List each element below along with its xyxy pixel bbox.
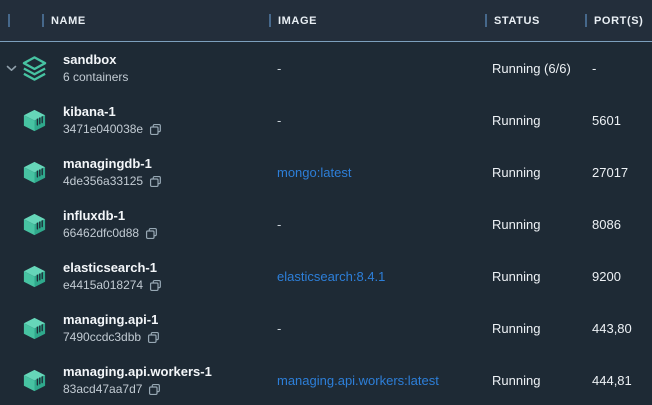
containers-table: NAME IMAGE STATUS PORT(S) sandbox 6 cont… (0, 0, 652, 405)
row-subtitle: 66462dfc0d88 (63, 225, 139, 242)
row-subtitle-line: 4de356a33125 (63, 173, 162, 190)
column-header-name: NAME (42, 14, 269, 27)
copy-icon[interactable] (149, 123, 162, 136)
ports-cell: 9200 (585, 269, 652, 284)
copy-icon[interactable] (149, 279, 162, 292)
table-row[interactable]: influxdb-1 66462dfc0d88 - Running 8086 (0, 198, 652, 250)
copy-icon[interactable] (145, 227, 158, 240)
column-label: PORT(S) (594, 15, 643, 27)
table-body: sandbox 6 containers - Running (6/6) - k… (0, 42, 652, 405)
image-link[interactable]: managing.api.workers:latest (269, 373, 485, 388)
table-header: NAME IMAGE STATUS PORT(S) (0, 0, 652, 42)
row-subtitle-line: 66462dfc0d88 (63, 225, 158, 242)
row-subtitle: 7490ccdc3dbb (63, 329, 141, 346)
container-icon (21, 211, 48, 238)
name-text: kibana-1 3471e040038e (63, 102, 162, 138)
container-icon (21, 107, 48, 134)
ports-cell: - (585, 61, 652, 76)
row-name: managingdb-1 (63, 154, 162, 173)
status-cell: Running (485, 113, 585, 128)
column-divider (42, 14, 44, 27)
ports-cell: 443,80 (585, 321, 652, 336)
row-subtitle-line: 7490ccdc3dbb (63, 329, 160, 346)
name-text: elasticsearch-1 e4415a018274 (63, 258, 162, 294)
row-subtitle: 4de356a33125 (63, 173, 143, 190)
name-cell: managing.api-1 7490ccdc3dbb (0, 310, 269, 346)
image-cell: - (269, 61, 485, 76)
copy-icon[interactable] (149, 175, 162, 188)
column-header-image: IMAGE (269, 14, 485, 27)
column-divider (485, 14, 487, 27)
table-row[interactable]: managing.api.workers-1 83acd47aa7d7 mana… (0, 354, 652, 405)
image-link[interactable]: elasticsearch:8.4.1 (269, 269, 485, 284)
copy-icon[interactable] (147, 331, 160, 344)
status-cell: Running (485, 321, 585, 336)
row-name: managing.api-1 (63, 310, 160, 329)
column-divider (585, 14, 587, 27)
copy-icon[interactable] (148, 383, 161, 396)
container-icon (21, 367, 48, 394)
row-name: sandbox (63, 50, 128, 69)
ports-cell: 27017 (585, 165, 652, 180)
name-cell: managingdb-1 4de356a33125 (0, 154, 269, 190)
container-icon (21, 159, 48, 186)
name-text: sandbox 6 containers (63, 50, 128, 86)
status-cell: Running (485, 373, 585, 388)
row-name: managing.api.workers-1 (63, 362, 212, 381)
status-cell: Running (6/6) (485, 61, 585, 76)
name-cell: kibana-1 3471e040038e (0, 102, 269, 138)
table-row[interactable]: managing.api-1 7490ccdc3dbb - Running 44… (0, 302, 652, 354)
column-label: NAME (51, 15, 86, 27)
column-label: IMAGE (278, 15, 317, 27)
name-cell: sandbox 6 containers (0, 50, 269, 86)
row-subtitle-line: e4415a018274 (63, 277, 162, 294)
layers-icon (21, 55, 48, 82)
status-cell: Running (485, 165, 585, 180)
name-text: managing.api-1 7490ccdc3dbb (63, 310, 160, 346)
row-subtitle-line: 6 containers (63, 69, 128, 86)
row-name: kibana-1 (63, 102, 162, 121)
table-row[interactable]: sandbox 6 containers - Running (6/6) - (0, 42, 652, 94)
container-icon (21, 315, 48, 342)
status-cell: Running (485, 269, 585, 284)
name-cell: managing.api.workers-1 83acd47aa7d7 (0, 362, 269, 398)
table-row[interactable]: managingdb-1 4de356a33125 mongo:latest R… (0, 146, 652, 198)
row-subtitle: e4415a018274 (63, 277, 143, 294)
row-subtitle-line: 3471e040038e (63, 121, 162, 138)
column-divider (269, 14, 271, 27)
name-text: influxdb-1 66462dfc0d88 (63, 206, 158, 242)
table-row[interactable]: elasticsearch-1 e4415a018274 elasticsear… (0, 250, 652, 302)
name-text: managing.api.workers-1 83acd47aa7d7 (63, 362, 212, 398)
header-expander-column (0, 14, 42, 27)
name-cell: influxdb-1 66462dfc0d88 (0, 206, 269, 242)
row-name: influxdb-1 (63, 206, 158, 225)
ports-cell: 444,81 (585, 373, 652, 388)
row-subtitle: 6 containers (63, 69, 128, 86)
ports-cell: 5601 (585, 113, 652, 128)
name-text: managingdb-1 4de356a33125 (63, 154, 162, 190)
column-header-status: STATUS (485, 14, 585, 27)
column-header-ports: PORT(S) (585, 14, 652, 27)
table-row[interactable]: kibana-1 3471e040038e - Running 5601 (0, 94, 652, 146)
column-divider (8, 14, 10, 27)
row-subtitle-line: 83acd47aa7d7 (63, 381, 212, 398)
image-cell: - (269, 321, 485, 336)
status-cell: Running (485, 217, 585, 232)
container-icon (21, 263, 48, 290)
row-subtitle: 83acd47aa7d7 (63, 381, 142, 398)
ports-cell: 8086 (585, 217, 652, 232)
row-subtitle: 3471e040038e (63, 121, 143, 138)
row-name: elasticsearch-1 (63, 258, 162, 277)
chevron-down-icon[interactable] (5, 65, 18, 72)
image-link[interactable]: mongo:latest (269, 165, 485, 180)
image-cell: - (269, 113, 485, 128)
image-cell: - (269, 217, 485, 232)
column-label: STATUS (494, 15, 540, 27)
name-cell: elasticsearch-1 e4415a018274 (0, 258, 269, 294)
